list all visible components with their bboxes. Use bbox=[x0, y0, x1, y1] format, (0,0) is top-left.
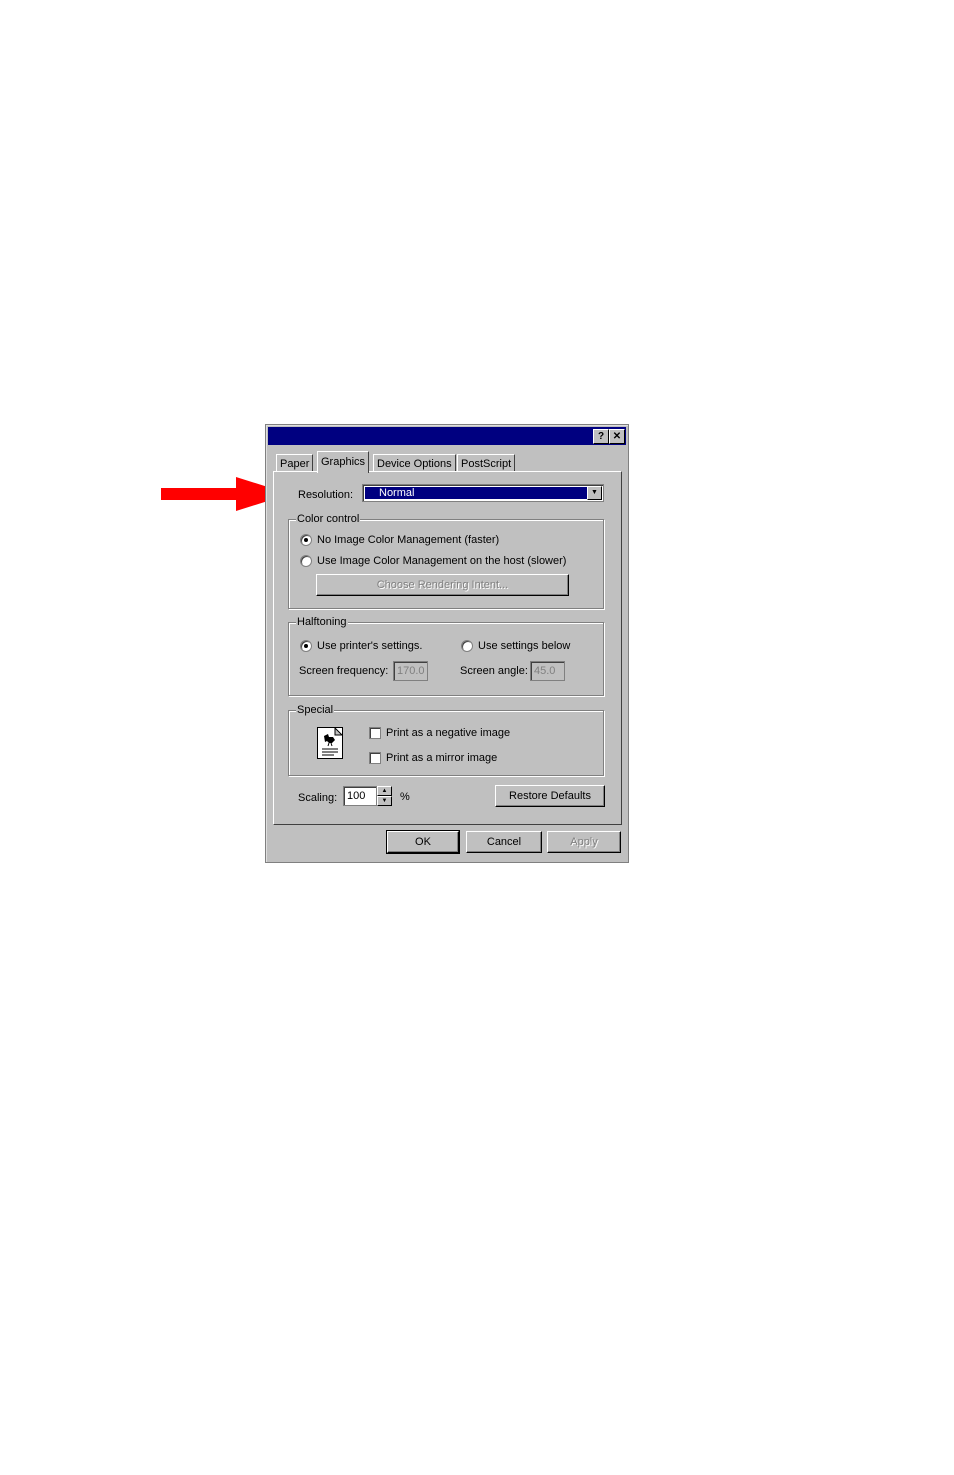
screen-angle-field[interactable]: 45.0 bbox=[530, 661, 565, 681]
screen-frequency-label: Screen frequency: bbox=[299, 665, 389, 677]
radio-settings-below[interactable] bbox=[461, 640, 473, 652]
radio-selected-dot bbox=[304, 644, 308, 648]
spin-up-icon[interactable]: ▲ bbox=[377, 786, 392, 796]
close-button[interactable]: ✕ bbox=[609, 429, 625, 444]
title-bar: ? ✕ bbox=[268, 427, 626, 445]
printer-properties-dialog: ? ✕ Paper Graphics Device Options PostSc… bbox=[265, 424, 629, 863]
radio-settings-below-label[interactable]: Use settings below bbox=[478, 639, 570, 653]
resolution-value: Normal bbox=[365, 487, 587, 499]
tab-graphics[interactable]: Graphics bbox=[317, 451, 370, 473]
restore-defaults-button[interactable]: Restore Defaults bbox=[495, 785, 605, 807]
spin-down-icon[interactable]: ▼ bbox=[377, 796, 392, 806]
document-icon bbox=[317, 726, 344, 759]
cancel-button[interactable]: Cancel bbox=[466, 831, 542, 853]
scaling-spinner[interactable]: ▲ ▼ bbox=[377, 786, 392, 806]
choose-rendering-intent-button[interactable]: Choose Rendering Intent... bbox=[316, 574, 569, 596]
negative-image-checkbox[interactable] bbox=[369, 727, 381, 739]
help-button[interactable]: ? bbox=[593, 429, 609, 444]
arrow-shaft bbox=[161, 488, 241, 500]
radio-selected-dot bbox=[304, 538, 308, 542]
radio-printer-settings-label[interactable]: Use printer's settings. bbox=[317, 639, 422, 653]
special-legend: Special bbox=[296, 703, 335, 717]
resolution-dropdown[interactable]: Normal ▼ bbox=[362, 484, 604, 502]
ok-button[interactable]: OK bbox=[386, 830, 460, 854]
scaling-unit: % bbox=[400, 791, 410, 803]
halftoning-legend: Halftoning bbox=[296, 615, 348, 629]
radio-printer-settings[interactable] bbox=[300, 640, 312, 652]
negative-image-label[interactable]: Print as a negative image bbox=[386, 726, 510, 740]
scaling-input[interactable]: 100 bbox=[343, 786, 377, 806]
bird-document-icon bbox=[322, 726, 344, 756]
scaling-label: Scaling: bbox=[298, 792, 338, 804]
radio-no-icm-label[interactable]: No Image Color Management (faster) bbox=[317, 533, 499, 547]
halftoning-group: Halftoning Use printer's settings. Use s… bbox=[288, 615, 604, 696]
chevron-down-icon[interactable]: ▼ bbox=[587, 486, 602, 500]
screen-frequency-field[interactable]: 170.0 bbox=[393, 661, 428, 681]
radio-use-icm-label[interactable]: Use Image Color Management on the host (… bbox=[317, 554, 566, 568]
color-control-legend: Color control bbox=[296, 512, 361, 526]
radio-no-icm[interactable] bbox=[300, 534, 312, 546]
resolution-label: Resolution: bbox=[298, 489, 354, 501]
radio-use-icm[interactable] bbox=[300, 555, 312, 567]
screen-angle-label: Screen angle: bbox=[460, 665, 528, 677]
special-group: Special Print as a negative image Print … bbox=[288, 703, 604, 776]
graphics-tab-panel: Resolution: Normal ▼ Color control No Im… bbox=[273, 471, 622, 825]
apply-button[interactable]: Apply bbox=[547, 831, 621, 853]
mirror-image-label[interactable]: Print as a mirror image bbox=[386, 751, 497, 765]
mirror-image-checkbox[interactable] bbox=[369, 752, 381, 764]
color-control-group: Color control No Image Color Management … bbox=[288, 512, 604, 609]
